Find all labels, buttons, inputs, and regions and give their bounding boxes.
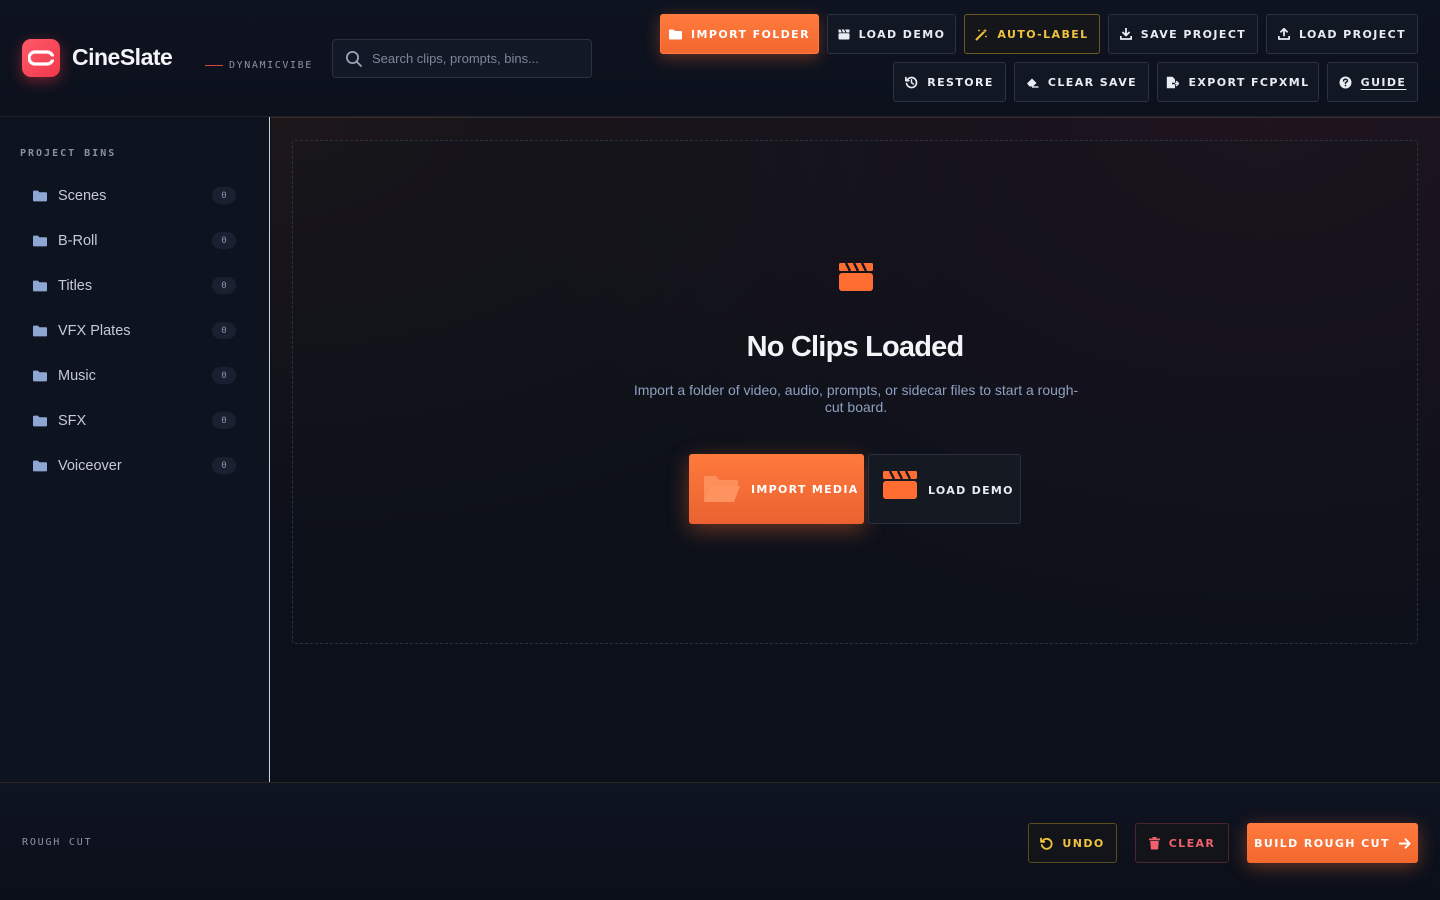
folder-icon <box>33 280 47 292</box>
magic-wand-icon <box>975 28 988 40</box>
sidebar-item-sfx[interactable]: SFX 0 <box>20 403 250 439</box>
load-demo-button[interactable]: LOAD DEMO <box>827 14 956 54</box>
arrow-right-icon <box>1398 837 1411 849</box>
sidebar-item-scenes[interactable]: Scenes 0 <box>20 178 250 214</box>
trash-icon <box>1148 836 1160 849</box>
bin-label: Voiceover <box>58 458 122 474</box>
import-folder-button[interactable]: IMPORT FOLDER <box>660 14 819 54</box>
sidebar-item-b-roll[interactable]: B-Roll 0 <box>20 223 250 259</box>
folder-icon <box>669 29 683 39</box>
folder-icon <box>33 190 47 202</box>
file-export-icon <box>1167 76 1180 88</box>
bin-label: Music <box>58 368 96 384</box>
load-demo-cta-button[interactable]: LOAD DEMO <box>868 454 1021 524</box>
clapperboard-icon <box>883 470 917 499</box>
clear-button[interactable]: CLEAR <box>1135 823 1229 863</box>
subtitle-divider <box>205 65 223 66</box>
undo-button[interactable]: UNDO <box>1028 823 1117 863</box>
clip-board-area: No Clips Loaded Import a folder of video… <box>271 117 1440 782</box>
eraser-icon <box>1026 78 1039 88</box>
clapperboard-icon <box>839 262 873 291</box>
bin-count-badge: 0 <box>212 187 236 204</box>
folder-icon <box>33 415 47 427</box>
empty-state-title: No Clips Loaded <box>746 331 965 363</box>
folder-icon <box>33 460 47 472</box>
bin-count-badge: 0 <box>212 322 236 339</box>
project-bins-sidebar: PROJECT BINS Scenes 0 B-Roll 0 Titles 0 … <box>0 117 270 782</box>
rough-cut-bar: ROUGH CUT UNDO CLEAR BUILD ROUGH CUT <box>0 782 1440 900</box>
folder-icon <box>33 325 47 337</box>
sidebar-item-vfx-plates[interactable]: VFX Plates 0 <box>20 313 250 349</box>
save-project-button[interactable]: SAVE PROJECT <box>1108 14 1258 54</box>
download-icon <box>1119 28 1132 40</box>
search-icon <box>346 50 362 67</box>
sidebar-title: PROJECT BINS <box>20 148 117 159</box>
folder-icon <box>33 235 47 247</box>
bin-label: B-Roll <box>58 233 98 249</box>
bin-count-badge: 0 <box>212 412 236 429</box>
top-bar: CineSlate DYNAMICVIBE IMPORT FOLDER <box>0 0 1440 117</box>
undo-icon <box>1040 837 1053 850</box>
rough-cut-label: ROUGH CUT <box>22 837 93 848</box>
history-icon <box>905 76 918 88</box>
search-input[interactable] <box>372 51 591 66</box>
bin-count-badge: 0 <box>212 277 236 294</box>
upload-icon <box>1277 28 1290 40</box>
media-dropzone[interactable]: No Clips Loaded Import a folder of video… <box>292 140 1418 644</box>
folder-icon <box>33 370 47 382</box>
bin-count-badge: 0 <box>212 232 236 249</box>
bin-count-badge: 0 <box>212 367 236 384</box>
build-rough-cut-button[interactable]: BUILD ROUGH CUT <box>1247 823 1418 863</box>
clapperboard-icon <box>838 28 850 39</box>
app-root: CineSlate DYNAMICVIBE IMPORT FOLDER <box>0 0 1440 900</box>
app-subtitle: DYNAMICVIBE <box>205 60 313 71</box>
guide-button[interactable]: GUIDE <box>1327 62 1418 102</box>
sidebar-item-voiceover[interactable]: Voiceover 0 <box>20 448 250 484</box>
app-logo-icon <box>22 39 60 77</box>
search-box[interactable] <box>332 39 592 78</box>
auto-label-button[interactable]: AUTO-LABEL <box>964 14 1100 54</box>
subtitle-text: DYNAMICVIBE <box>229 60 313 71</box>
sidebar-item-music[interactable]: Music 0 <box>20 358 250 394</box>
export-fcpxml-button[interactable]: EXPORT FCPXML <box>1157 62 1319 102</box>
empty-state-description: Import a folder of video, audio, prompts… <box>633 382 1079 415</box>
restore-button[interactable]: RESTORE <box>893 62 1006 102</box>
clear-save-button[interactable]: CLEAR SAVE <box>1014 62 1149 102</box>
bin-label: SFX <box>58 413 87 429</box>
import-media-button[interactable]: IMPORT MEDIA <box>689 454 864 524</box>
load-project-button[interactable]: LOAD PROJECT <box>1266 14 1418 54</box>
bin-label: Titles <box>58 278 93 294</box>
app-name: CineSlate <box>72 44 173 70</box>
folder-open-icon <box>704 476 740 502</box>
bin-label: VFX Plates <box>58 323 131 339</box>
bin-label: Scenes <box>58 188 107 204</box>
help-circle-icon <box>1339 76 1352 88</box>
bin-count-badge: 0 <box>212 457 236 474</box>
sidebar-item-titles[interactable]: Titles 0 <box>20 268 250 304</box>
